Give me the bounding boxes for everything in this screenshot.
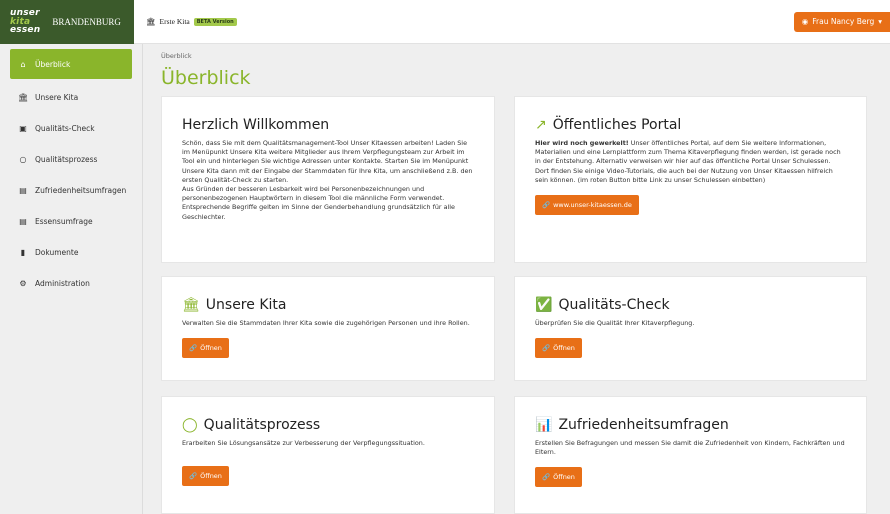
link-icon: 🔗: [542, 473, 551, 482]
open-prozess-button[interactable]: 🔗 Öffnen: [182, 466, 229, 487]
open-check-button[interactable]: 🔗 Öffnen: [535, 338, 582, 359]
sidebar-item-unsere-kita[interactable]: 🏛 Unsere Kita: [0, 82, 142, 113]
chart-icon: ▤: [19, 186, 27, 195]
user-circle-icon: ◉: [801, 17, 809, 26]
chart-icon: 📊: [535, 417, 553, 433]
sidebar: ⌂ Überblick 🏛 Unsere Kita ▣ Qualitäts-Ch…: [0, 44, 143, 514]
sidebar-item-label: Administration: [35, 279, 90, 288]
brand-area[interactable]: unser kita essen BRANDENBURG: [0, 0, 134, 44]
sidebar-item-essensumfrage[interactable]: ▤ Essensumfrage: [0, 206, 142, 237]
building-icon: 🏛: [146, 17, 156, 26]
clipboard-check-icon: ✅: [535, 297, 553, 313]
link-icon: 🔗: [189, 344, 198, 353]
sidebar-item-label: Unsere Kita: [35, 93, 79, 102]
portal-card: ↗ Öffentliches Portal Hier wird noch gew…: [514, 96, 867, 263]
kita-card: 🏛 Unsere Kita Verwalten Sie die Stammdat…: [161, 276, 495, 381]
page-title: Überblick: [161, 67, 251, 89]
welcome-note: Aus Gründen der besseren Lesbarkeit wird…: [182, 185, 455, 221]
prozess-card: ◯ Qualitätsprozess Erarbeiten Sie Lösung…: [161, 396, 495, 514]
sidebar-item-administration[interactable]: ⚙ Administration: [0, 268, 142, 299]
main-content: Überblick Überblick Herzlich Willkommen …: [143, 44, 890, 514]
logo: unser kita essen: [10, 8, 41, 36]
document-icon: ▮: [20, 248, 26, 257]
cogs-icon: ⚙: [19, 279, 27, 288]
portal-text: Hier wird noch gewerkelt! Unser öffentli…: [535, 139, 841, 184]
sidebar-item-label: Zufriedenheitsumfragen: [35, 186, 127, 195]
prozess-card-text: Erarbeiten Sie Lösungsansätze zur Verbes…: [182, 439, 425, 447]
beta-badge: BETA Version: [193, 17, 237, 26]
chart-icon: ▤: [19, 217, 27, 226]
header-main: 🏛 Erste Kita BETA Version ◉ Frau Nancy B…: [134, 0, 890, 44]
welcome-text: Schön, dass Sie mit dem Qualitätsmanagem…: [182, 139, 473, 184]
open-umfragen-button[interactable]: 🔗 Öffnen: [535, 467, 582, 488]
building-icon: 🏛: [182, 297, 200, 313]
prozess-card-title: ◯ Qualitätsprozess: [182, 417, 321, 433]
kita-name: Erste Kita: [159, 17, 190, 26]
circle-icon: ○: [19, 155, 27, 164]
open-kita-button[interactable]: 🔗 Öffnen: [182, 338, 229, 359]
sidebar-item-zufriedenheitsumfragen[interactable]: ▤ Zufriedenheitsumfragen: [0, 175, 142, 206]
kita-card-text: Verwalten Sie die Stammdaten Ihrer Kita …: [182, 319, 470, 327]
welcome-card: Herzlich Willkommen Schön, dass Sie mit …: [161, 96, 495, 263]
portal-title: ↗ Öffentliches Portal: [535, 117, 682, 133]
umfragen-card: 📊 Zufriedenheitsumfragen Erstellen Sie B…: [514, 396, 867, 514]
kita-card-title: 🏛 Unsere Kita: [182, 297, 287, 313]
umfragen-card-text: Erstellen Sie Befragungen und messen Sie…: [535, 439, 845, 457]
sidebar-item-ueberblick[interactable]: ⌂ Überblick: [10, 49, 132, 79]
welcome-title: Herzlich Willkommen: [182, 117, 330, 133]
breadcrumb[interactable]: Überblick: [161, 52, 890, 60]
check-card: ✅ Qualitäts-Check Überprüfen Sie die Qua…: [514, 276, 867, 381]
brand-region: BRANDENBURG: [52, 17, 121, 27]
umfragen-card-title: 📊 Zufriedenheitsumfragen: [535, 417, 729, 433]
sidebar-item-qualitaetsprozess[interactable]: ○ Qualitätsprozess: [0, 144, 142, 175]
sidebar-item-label: Qualitätsprozess: [35, 155, 98, 164]
building-icon: 🏛: [18, 93, 29, 102]
sidebar-item-label: Überblick: [35, 59, 71, 69]
kita-selector[interactable]: 🏛 Erste Kita BETA Version: [146, 17, 237, 26]
home-icon: ⌂: [20, 59, 26, 69]
circle-icon: ◯: [182, 417, 198, 433]
sidebar-item-qualitaets-check[interactable]: ▣ Qualitäts-Check: [0, 113, 142, 144]
link-icon: 🔗: [189, 472, 198, 481]
check-card-title: ✅ Qualitäts-Check: [535, 297, 670, 313]
external-link-icon: ↗: [535, 117, 547, 133]
sidebar-item-label: Dokumente: [35, 248, 79, 257]
user-name: Frau Nancy Berg: [812, 17, 875, 26]
check-card-text: Überprüfen Sie die Qualität Ihrer Kitave…: [535, 319, 695, 327]
clipboard-check-icon: ▣: [19, 124, 27, 133]
link-icon: 🔗: [542, 344, 551, 353]
top-bar: unser kita essen BRANDENBURG 🏛 Erste Kit…: [0, 0, 890, 44]
sidebar-item-label: Qualitäts-Check: [35, 124, 95, 133]
sidebar-item-dokumente[interactable]: ▮ Dokumente: [0, 237, 142, 268]
link-icon: 🔗: [542, 201, 551, 210]
portal-link-button[interactable]: 🔗 www.unser-kitaessen.de: [535, 195, 639, 216]
caret-down-icon: ▾: [878, 17, 882, 26]
user-menu-button[interactable]: ◉ Frau Nancy Berg ▾: [793, 11, 890, 32]
sidebar-item-label: Essensumfrage: [35, 217, 93, 226]
